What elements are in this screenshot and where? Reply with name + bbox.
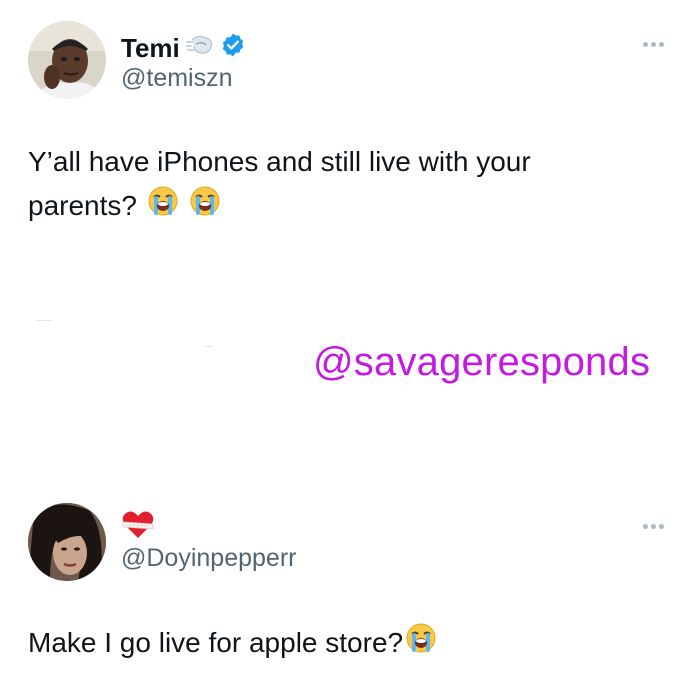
mending-heart-icon <box>121 510 155 545</box>
tweet-doyinpepperr: @Doyinpepperr Make I go live for apple s… <box>0 490 700 700</box>
tweet-text-line-2: parents? <box>28 190 137 221</box>
display-name[interactable]: Temi <box>121 35 180 61</box>
tweet-text-line-1: Y’all have iPhones and still live with y… <box>28 146 531 177</box>
more-options-icon[interactable] <box>643 42 664 47</box>
tweet-text-line-1: Make I go live for apple store? <box>28 627 404 658</box>
loudly-crying-face-icon <box>147 185 179 230</box>
author-name-row: Temi <box>121 32 246 63</box>
loudly-crying-face-icon <box>189 185 221 230</box>
dashing-away-icon <box>184 32 214 63</box>
handle[interactable]: @temiszn <box>121 66 233 91</box>
tweet-temi: Temi @temiszn Y’all have iPhones and sti… <box>0 0 700 250</box>
verified-badge-icon <box>220 32 246 63</box>
watermark-text: @savageresponds <box>313 340 651 384</box>
divider <box>36 320 52 321</box>
more-options-icon[interactable] <box>643 524 664 529</box>
avatar[interactable] <box>28 503 106 581</box>
tweet-text: Y’all have iPhones and still live with y… <box>28 140 678 230</box>
tweet-text: Make I go live for apple store? <box>28 621 678 667</box>
loudly-crying-face-icon <box>405 622 437 667</box>
author-name-row <box>121 510 155 545</box>
avatar[interactable] <box>28 21 106 99</box>
divider <box>205 346 213 347</box>
handle[interactable]: @Doyinpepperr <box>121 546 296 571</box>
